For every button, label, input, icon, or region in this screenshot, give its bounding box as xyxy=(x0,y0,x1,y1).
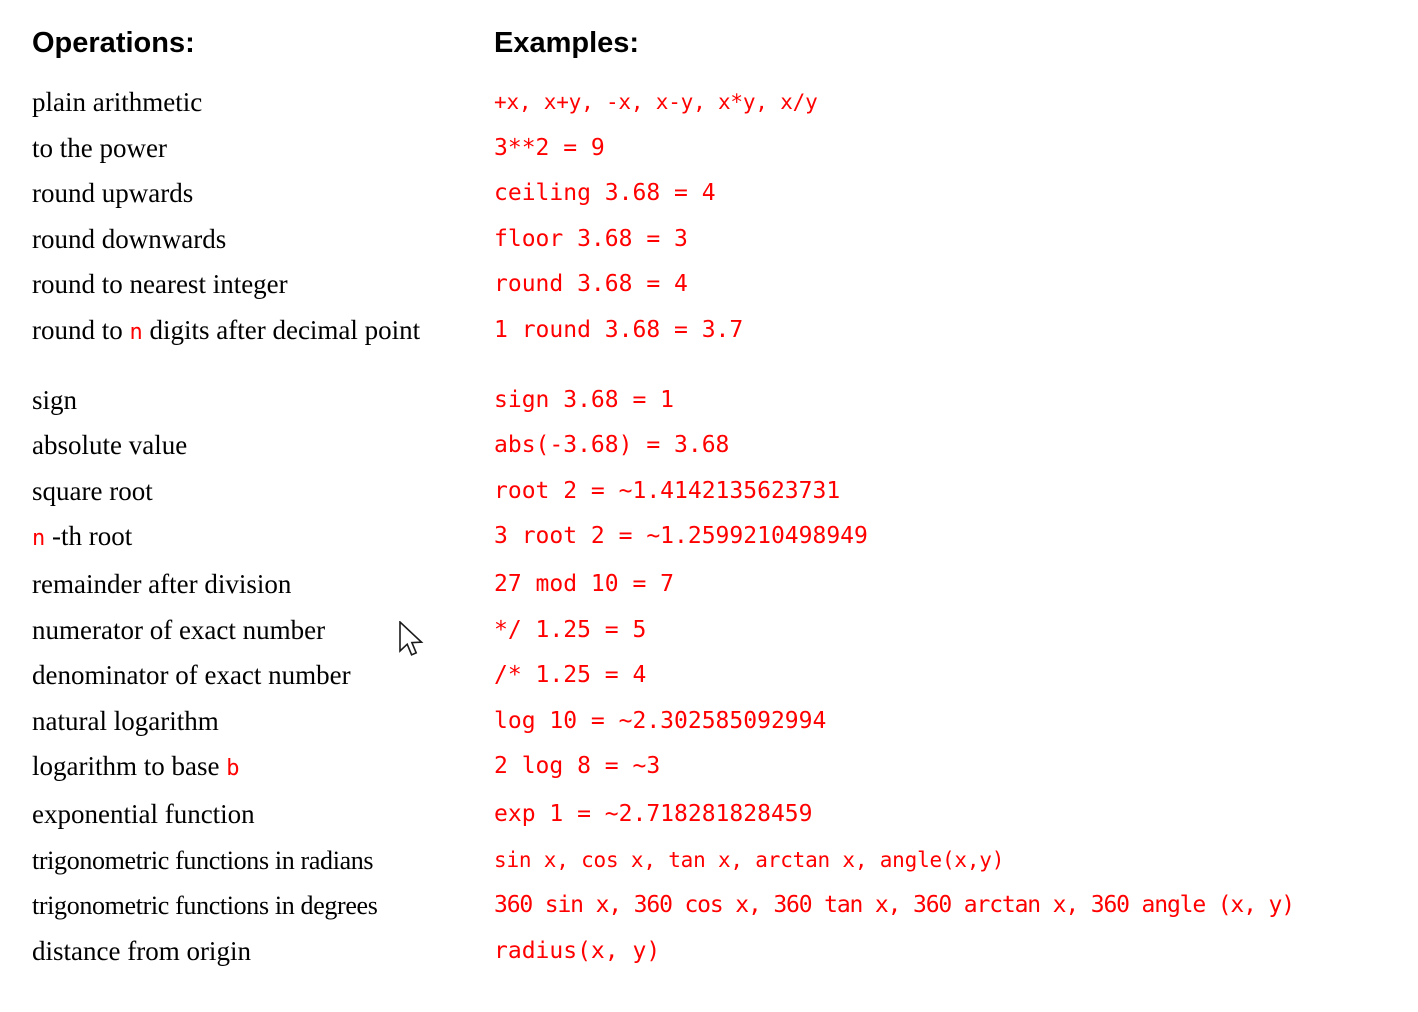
example-code: 3 root 2 = ~1.2599210498949 xyxy=(494,523,868,550)
example-code: ceiling 3.68 = 4 xyxy=(494,180,716,207)
examples-column-header: Examples: xyxy=(494,27,640,59)
example-code: */ 1.25 = 5 xyxy=(494,616,647,643)
operations-table: Operations: Examples: plain arithmetic +… xyxy=(32,26,1382,974)
operations-reference-page: Operations: Examples: plain arithmetic +… xyxy=(0,0,1418,1012)
example-code: 360 sin x, 360 cos x, 360 tan x, 360 arc… xyxy=(494,892,1295,919)
example-code: log 10 = ~2.302585092994 xyxy=(494,707,827,734)
table-row: round to nearest integer round 3.68 = 4 xyxy=(32,262,1382,308)
example-code: floor 3.68 = 3 xyxy=(494,225,688,252)
operation-label-suffix: digits after decimal point xyxy=(142,314,421,345)
table-row: to the power 3**2 = 9 xyxy=(32,126,1382,172)
operation-label: plain arithmetic xyxy=(32,87,203,117)
operation-label: square root xyxy=(32,475,153,506)
example-code: /* 1.25 = 4 xyxy=(494,662,647,689)
table-row: sign sign 3.68 = 1 xyxy=(32,378,1382,424)
table-row: natural logarithm log 10 = ~2.3025850929… xyxy=(32,699,1382,745)
operations-column-header: Operations: xyxy=(32,27,195,59)
operation-parameter: n xyxy=(129,319,143,345)
table-row: logarithm to base b 2 log 8 = ~3 xyxy=(32,744,1382,792)
example-code: exp 1 = ~2.718281828459 xyxy=(494,800,813,827)
operation-label: exponential function xyxy=(32,798,255,829)
operation-label: n -th root xyxy=(32,514,494,562)
example-code: abs(-3.68) = 3.68 xyxy=(494,432,730,459)
example-code: root 2 = ~1.4142135623731 xyxy=(494,477,841,504)
example-code: +x, x+y, -x, x-y, x*y, x/y xyxy=(494,90,818,114)
table-row: remainder after division 27 mod 10 = 7 xyxy=(32,562,1382,608)
table-row: absolute value abs(-3.68) = 3.68 xyxy=(32,423,1382,469)
table-row: numerator of exact number */ 1.25 = 5 xyxy=(32,608,1382,654)
operation-parameter: b xyxy=(226,756,240,782)
operation-label: absolute value xyxy=(32,430,188,461)
operation-label: trigonometric functions in degrees xyxy=(32,891,378,921)
operation-label: sign xyxy=(32,384,78,415)
example-code: round 3.68 = 4 xyxy=(494,271,688,298)
example-code: radius(x, y) xyxy=(494,937,661,964)
operation-label: numerator of exact number xyxy=(32,614,326,645)
operation-label: distance from origin xyxy=(32,935,251,966)
operation-label: round downwards xyxy=(32,223,227,254)
operation-label-suffix: -th root xyxy=(45,521,133,552)
table-row: trigonometric functions in radians sin x… xyxy=(32,838,1382,884)
example-code: 27 mod 10 = 7 xyxy=(494,570,675,597)
operation-label: to the power xyxy=(32,132,167,163)
table-row: distance from origin radius(x, y) xyxy=(32,929,1382,975)
table-row: exponential function exp 1 = ~2.71828182… xyxy=(32,792,1382,838)
operation-label: round upwards xyxy=(32,178,194,209)
example-code: 2 log 8 = ~3 xyxy=(494,753,661,780)
operation-label: round to n digits after decimal point xyxy=(32,308,494,378)
operation-label: trigonometric functions in radians xyxy=(32,845,374,875)
example-code: sign 3.68 = 1 xyxy=(494,386,675,413)
table-row: round to n digits after decimal point 1 … xyxy=(32,308,1382,378)
example-code: sin x, cos x, tan x, arctan x, angle(x,y… xyxy=(494,847,1005,872)
operation-label: denominator of exact number xyxy=(32,660,351,691)
example-code: 1 round 3.68 = 3.7 xyxy=(494,316,744,343)
operation-label-prefix: logarithm to base xyxy=(32,751,227,782)
table-row: square root root 2 = ~1.4142135623731 xyxy=(32,469,1382,515)
table-header-row: Operations: Examples: xyxy=(32,26,1382,80)
table-row: trigonometric functions in degrees 360 s… xyxy=(32,883,1382,929)
operation-label: logarithm to base b xyxy=(32,744,494,792)
table-row: round upwards ceiling 3.68 = 4 xyxy=(32,171,1382,217)
operation-label: round to nearest integer xyxy=(32,269,288,300)
example-code: 3**2 = 9 xyxy=(494,134,605,161)
operations-table-body: plain arithmetic +x, x+y, -x, x-y, x*y, … xyxy=(32,80,1382,974)
table-row: n -th root 3 root 2 = ~1.2599210498949 xyxy=(32,514,1382,562)
table-row: plain arithmetic +x, x+y, -x, x-y, x*y, … xyxy=(32,80,1382,126)
table-row: denominator of exact number /* 1.25 = 4 xyxy=(32,653,1382,699)
operation-label: remainder after division xyxy=(32,568,292,599)
operation-label-prefix: round to xyxy=(32,314,130,345)
operation-label: natural logarithm xyxy=(32,705,219,736)
operation-parameter: n xyxy=(32,526,46,552)
table-row: round downwards floor 3.68 = 3 xyxy=(32,217,1382,263)
